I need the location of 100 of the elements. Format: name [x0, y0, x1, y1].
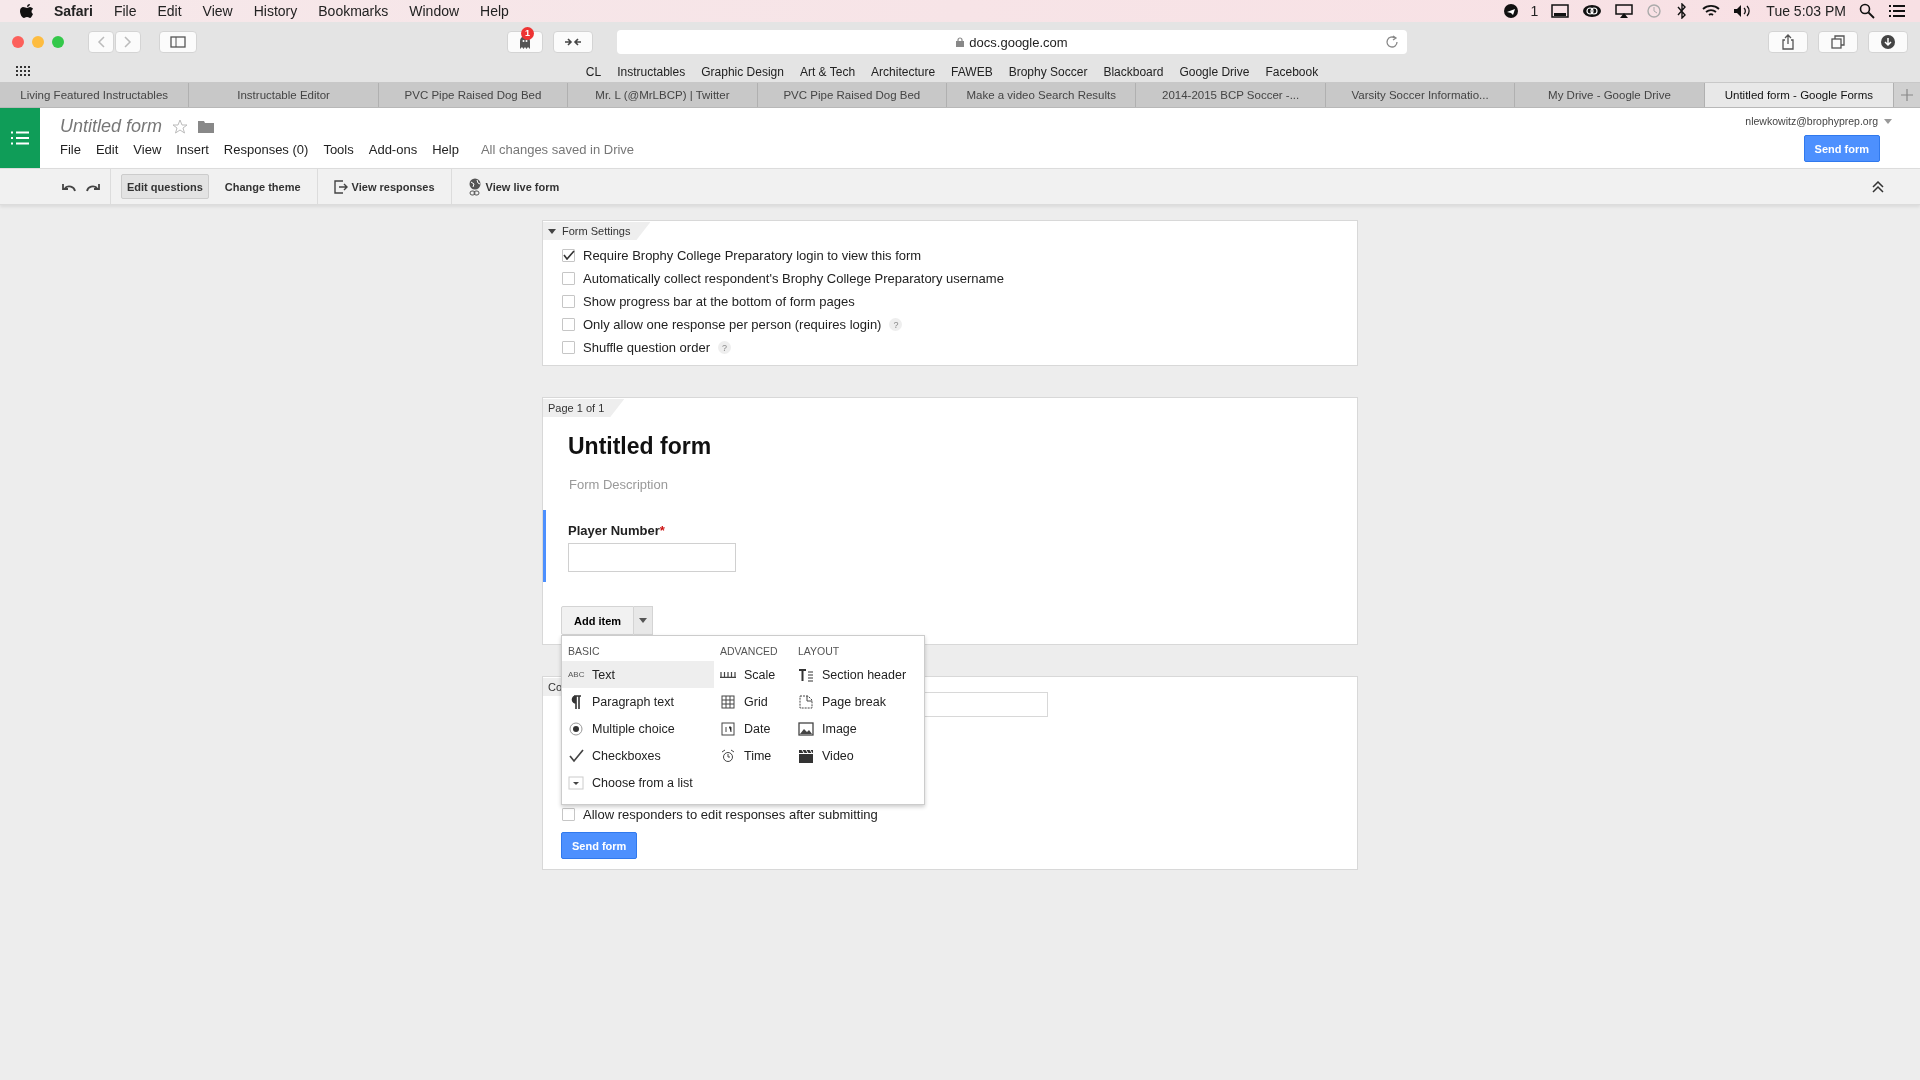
apple-logo-icon[interactable]	[20, 3, 34, 19]
display-icon[interactable]	[1551, 4, 1570, 18]
wifi-icon[interactable]	[1702, 4, 1721, 18]
document-title[interactable]: Untitled form	[60, 116, 163, 137]
menu-item[interactable]: Section header	[792, 661, 924, 688]
option-label: Show progress bar at the bottom of form pages	[583, 294, 855, 309]
plus-icon	[1901, 89, 1914, 101]
browser-tab[interactable]: PVC Pipe Raised Dog Bed	[378, 83, 569, 107]
browser-tab[interactable]: Varsity Soccer Informatio...	[1325, 83, 1516, 107]
browser-tab[interactable]: PVC Pipe Raised Dog Bed	[757, 83, 948, 107]
menu-item[interactable]: View	[202, 3, 233, 19]
menu-item[interactable]: Edit	[95, 142, 119, 157]
checkbox[interactable]	[562, 272, 575, 285]
menu-item[interactable]: Tools	[323, 142, 354, 157]
app-menu[interactable]: Safari	[54, 3, 93, 19]
folder-icon[interactable]	[198, 120, 215, 133]
toolbar-button[interactable]: View responses	[327, 174, 441, 199]
dropdown-button[interactable]	[634, 606, 654, 635]
reload-icon[interactable]	[1385, 35, 1399, 49]
menu-item[interactable]: Date	[714, 715, 792, 742]
tabs-overview-button[interactable]	[1818, 31, 1858, 53]
title-text-icon	[798, 666, 814, 683]
cloud-icon[interactable]	[1582, 4, 1603, 18]
add-item-button[interactable]: Add item	[561, 606, 635, 635]
toolbar-button[interactable]: Change theme	[218, 174, 307, 199]
menu-item[interactable]: Checkboxes	[562, 742, 714, 769]
sidebar-button[interactable]	[159, 31, 197, 53]
browser-tab[interactable]: 2014-2015 BCP Soccer -...	[1136, 83, 1326, 107]
menu-heading: BASIC	[567, 644, 601, 659]
alarm-clock-icon	[720, 747, 736, 764]
option-label: Only allow one response per person (requires login)	[583, 317, 882, 332]
airplay-icon[interactable]	[1615, 4, 1634, 18]
bookmark-link[interactable]: Google Drive	[1179, 65, 1250, 79]
redo-icon[interactable]	[86, 181, 100, 192]
menu-item[interactable]: Time	[714, 742, 792, 769]
question-block[interactable]: Player Number*	[543, 510, 1357, 582]
browser-tab[interactable]: Untitled form - Google Forms	[1704, 83, 1895, 107]
menu-item[interactable]: Multiple choice	[562, 715, 714, 742]
bookmark-link[interactable]: Architecture	[871, 65, 936, 79]
downloads-button[interactable]	[1868, 31, 1908, 53]
bookmark-link[interactable]: FAWEB	[951, 65, 993, 79]
bookmark-link[interactable]: Blackboard	[1103, 65, 1164, 79]
chevron-left-icon	[97, 36, 105, 48]
browser-tab[interactable]: Instructable Editor	[189, 83, 379, 107]
checkbox[interactable]	[562, 808, 575, 821]
menu-item[interactable]: Choose from a list	[562, 769, 714, 796]
menu-item[interactable]: Window	[409, 3, 460, 19]
star-icon[interactable]	[172, 118, 189, 135]
toolbar-button[interactable]: Edit questions	[121, 174, 209, 199]
checkbox[interactable]	[562, 341, 575, 354]
menu-item[interactable]: ABC Text	[562, 661, 714, 688]
bookmark-link[interactable]: Facebook	[1265, 65, 1319, 79]
section-tab[interactable]: Form Settings	[543, 222, 651, 240]
bookmark-link[interactable]: CL	[585, 65, 602, 79]
double-chevron-up-icon[interactable]	[1872, 180, 1884, 193]
bookmark-link[interactable]: Graphic Design	[701, 65, 784, 79]
menu-item[interactable]: Help	[480, 3, 509, 19]
menu-item[interactable]: Bookmarks	[318, 3, 389, 19]
checkbox[interactable]	[562, 295, 575, 308]
share-button[interactable]	[1768, 31, 1808, 53]
close-button[interactable]	[12, 36, 24, 48]
url-text: docs.google.com	[969, 34, 1068, 50]
menu-item[interactable]: Insert	[176, 142, 209, 157]
menu-item[interactable]: Help	[432, 142, 459, 157]
grid-dots-icon[interactable]	[16, 66, 30, 78]
browser-tab[interactable]: Mr. L (@MrLBCP) | Twitter	[568, 83, 758, 107]
bookmark-link[interactable]: Brophy Soccer	[1008, 65, 1088, 79]
menu-item[interactable]: File	[113, 3, 137, 19]
menu-item[interactable]: Add-ons	[368, 142, 418, 157]
menu-bar-clock[interactable]: Tue 5:03 PM	[1766, 3, 1846, 19]
address-bar[interactable]: docs.google.com	[617, 30, 1407, 54]
text-field[interactable]	[923, 692, 1048, 717]
checkbox[interactable]	[562, 318, 575, 331]
menu-item[interactable]: Grid	[714, 688, 792, 715]
browser-tab[interactable]: Make a video Search Results	[947, 83, 1137, 107]
menu-item[interactable]: History	[253, 3, 298, 19]
airplane-badge-icon[interactable]	[1503, 4, 1518, 18]
answer-field[interactable]	[568, 543, 736, 572]
menu-item[interactable]: Image	[792, 715, 924, 742]
list-icon[interactable]	[1888, 4, 1906, 18]
bookmark-link[interactable]: Instructables	[617, 65, 686, 79]
search-icon[interactable]	[1859, 3, 1875, 19]
extension-button[interactable]	[553, 31, 593, 53]
ruler-icon	[720, 671, 736, 678]
browser-tab[interactable]: My Drive - Google Drive	[1515, 83, 1705, 107]
toolbar-button[interactable]: View live form	[461, 174, 566, 199]
menu-item[interactable]: Responses (0)	[223, 142, 309, 157]
menu-item[interactable]: Scale	[714, 661, 792, 688]
menu-item[interactable]: Video	[792, 742, 924, 769]
forms-logo[interactable]	[0, 108, 40, 168]
bookmark-link[interactable]: Art & Tech	[799, 65, 856, 79]
menu-item[interactable]: File	[60, 142, 81, 157]
browser-tab[interactable]: Living Featured Instructables	[0, 83, 190, 107]
menu-item[interactable]: Page break	[792, 688, 924, 715]
menu-item[interactable]: View	[133, 142, 162, 157]
form-title[interactable]: Untitled form	[568, 433, 1357, 460]
share-icon	[1781, 34, 1795, 50]
undo-icon[interactable]	[62, 181, 76, 192]
menu-item[interactable]: Edit	[157, 3, 182, 19]
checkbox[interactable]	[562, 249, 575, 262]
